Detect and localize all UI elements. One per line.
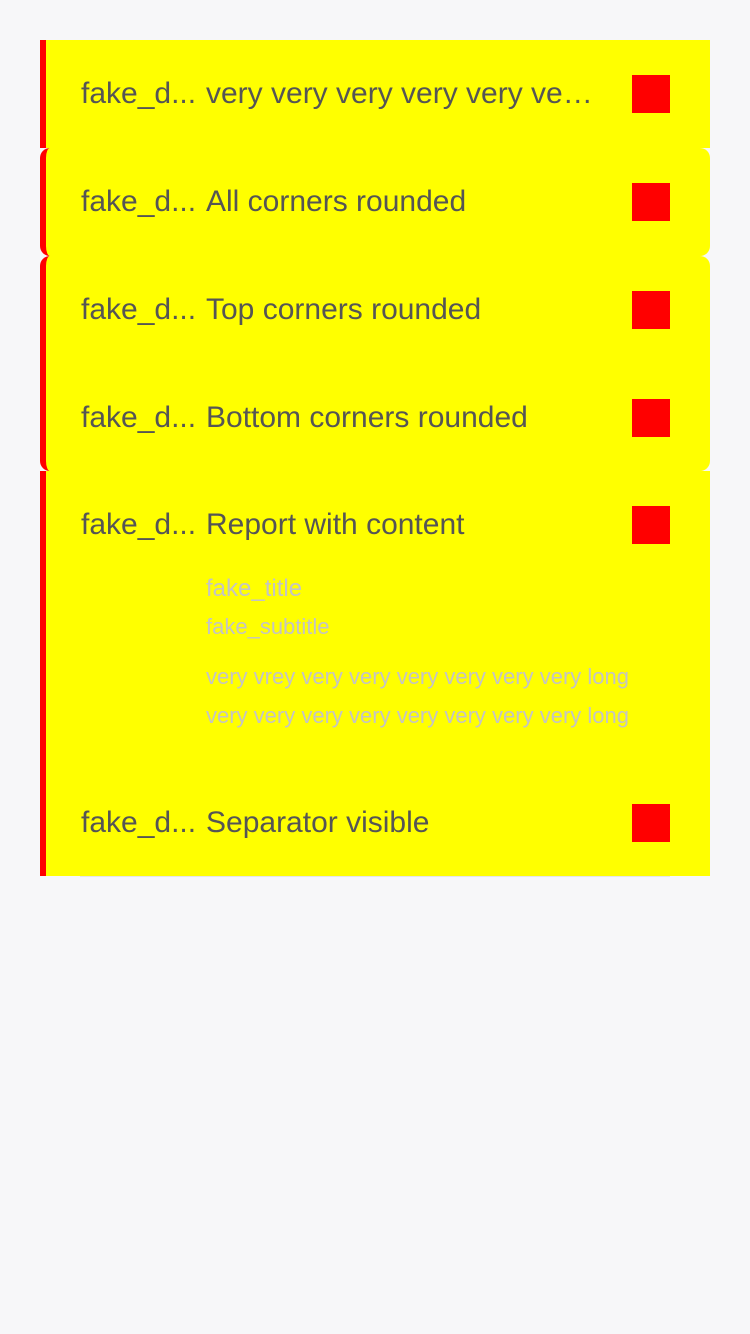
cell-separator [80, 876, 670, 877]
report-date: fake_d... [81, 76, 197, 110]
report-content-line: very very very very very very very very … [206, 703, 629, 728]
report-list: fake_d... very very very very very very … [40, 40, 710, 877]
report-cell[interactable]: fake_d... very very very very very very … [40, 40, 710, 148]
report-row: fake_d... very very very very very very … [46, 40, 710, 147]
report-row: fake_d... All corners rounded [46, 148, 710, 255]
report-title: Report with content [206, 507, 465, 541]
report-cell-with-content[interactable]: fake_d... Report with content fake_title… [40, 471, 710, 769]
report-title: Bottom corners rounded [206, 400, 528, 434]
report-cell-all-corners-rounded[interactable]: fake_d... All corners rounded [40, 148, 710, 256]
report-row: fake_d... Report with content [46, 471, 710, 578]
report-date: fake_d... [81, 400, 197, 434]
status-indicator-icon [632, 803, 670, 842]
report-title: very very very very very very very long … [206, 76, 601, 110]
report-date: fake_d... [81, 184, 197, 218]
report-title: All corners rounded [206, 184, 467, 218]
status-indicator-icon [632, 182, 670, 221]
status-indicator-icon [632, 290, 670, 329]
status-indicator-icon [632, 505, 670, 544]
report-row: fake_d... Top corners rounded [46, 256, 710, 363]
report-content-subtitle: fake_subtitle [206, 614, 330, 639]
report-date: fake_d... [81, 805, 197, 839]
report-cell-separator-visible[interactable]: fake_d... Separator visible [40, 769, 710, 877]
report-row: fake_d... Bottom corners rounded [46, 364, 710, 471]
status-indicator-icon [632, 398, 670, 437]
report-content-title: fake_title [206, 575, 303, 602]
report-title: Separator visible [206, 805, 430, 839]
report-content-line: very vrey very very very very very very … [206, 664, 629, 689]
report-date: fake_d... [81, 292, 197, 326]
report-cell-bottom-corners-rounded[interactable]: fake_d... Bottom corners rounded [40, 364, 710, 471]
report-title: Top corners rounded [206, 292, 482, 326]
status-indicator-icon [632, 74, 670, 113]
report-date: fake_d... [81, 507, 197, 541]
report-cell-top-corners-rounded[interactable]: fake_d... Top corners rounded [40, 256, 710, 364]
report-row: fake_d... Separator visible [46, 769, 710, 876]
